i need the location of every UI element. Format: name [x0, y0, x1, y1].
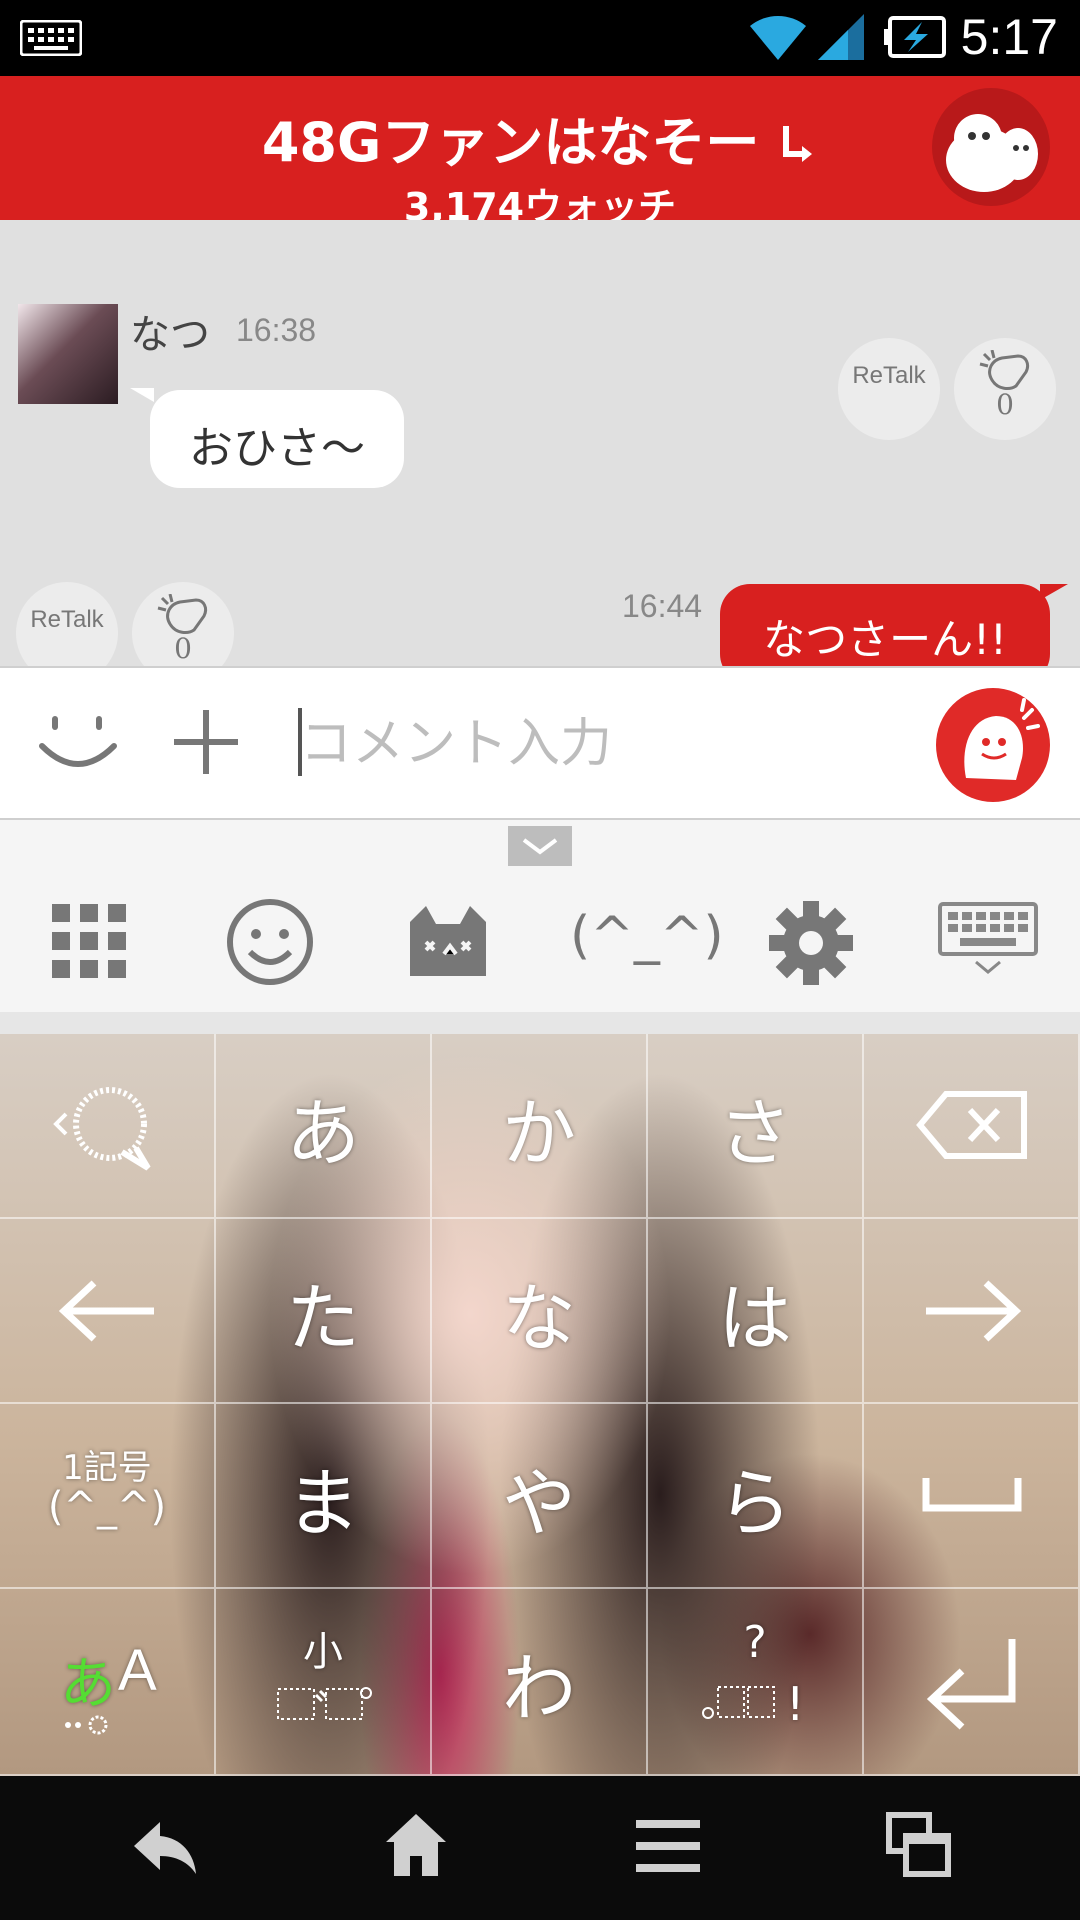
plus-icon[interactable]: [172, 708, 240, 776]
symbol-key-bottom: (^_^): [47, 1484, 167, 1530]
home-icon[interactable]: [384, 1812, 448, 1878]
backspace-key[interactable]: [864, 1034, 1080, 1219]
gear-icon[interactable]: [768, 900, 854, 986]
message-text: おひさ〜: [189, 423, 365, 474]
retalk-button[interactable]: ReTalk: [838, 338, 940, 440]
key-ra[interactable]: ら: [648, 1404, 864, 1589]
symbol-key-top: 1記号: [62, 1448, 152, 1488]
signal-icon: [818, 14, 864, 60]
ghost-mascot-icon[interactable]: [932, 88, 1050, 206]
back-icon[interactable]: [130, 1818, 200, 1878]
smiley-icon[interactable]: [36, 708, 120, 774]
grid-menu-icon[interactable]: [52, 904, 126, 978]
comment-input[interactable]: [300, 700, 900, 788]
small-key-label: 小: [303, 1629, 343, 1675]
clap-button[interactable]: 0: [132, 582, 234, 666]
send-mascot-icon: [964, 698, 1040, 780]
key-ta[interactable]: た: [216, 1219, 432, 1404]
enter-icon: [926, 1639, 1016, 1730]
cursor-left-key[interactable]: [0, 1219, 216, 1404]
punct-bang-label: !: [786, 1677, 805, 1731]
emoticon-key[interactable]: (^_^): [570, 906, 724, 966]
key-ma[interactable]: ま: [216, 1404, 432, 1589]
input-mode-key[interactable]: あ A: [0, 1589, 216, 1776]
keyboard-switch-icon[interactable]: [938, 902, 1038, 976]
keyboard-icon: [20, 20, 82, 56]
clap-icon: [157, 594, 208, 634]
return-arrow-icon: [783, 126, 813, 163]
send-button[interactable]: [936, 688, 1050, 802]
message-bubble[interactable]: おひさ〜: [150, 390, 404, 488]
dakuten-icon: [277, 1687, 372, 1720]
room-title-text: 48Gファンはなそー: [261, 111, 760, 174]
settings-small-icon: [65, 1715, 108, 1735]
bubble-tail: [130, 388, 154, 402]
mode-kana-label: あ: [60, 1652, 116, 1717]
retalk-button[interactable]: ReTalk: [16, 582, 118, 666]
cat-face-icon[interactable]: [404, 902, 492, 980]
key-wa[interactable]: わ: [432, 1589, 648, 1776]
small-kana-key[interactable]: 小: [216, 1589, 432, 1776]
battery-charging-icon: [884, 16, 946, 58]
arrow-left-icon: [58, 1280, 154, 1342]
message-text: なつさーん!!: [763, 615, 1007, 664]
space-key[interactable]: [864, 1404, 1080, 1589]
toolbar-divider: [0, 1012, 1080, 1034]
voice-input-key[interactable]: [0, 1034, 216, 1219]
enter-key[interactable]: [864, 1589, 1080, 1776]
emoji-icon[interactable]: [224, 896, 316, 988]
key-sa[interactable]: さ: [648, 1034, 864, 1219]
chat-area[interactable]: なつ 16:38 おひさ〜 ReTalk 0 ReTalk 0 16:44 なつ…: [0, 220, 1080, 666]
chevron-down-icon: [522, 838, 558, 855]
user-avatar[interactable]: [18, 304, 118, 404]
navigation-bar: [0, 1776, 1080, 1920]
key-ha[interactable]: は: [648, 1219, 864, 1404]
message-username: なつ: [130, 312, 210, 358]
punct-question-label: ?: [743, 1617, 767, 1668]
message-time: 16:38: [236, 312, 317, 348]
recent-apps-icon[interactable]: [886, 1812, 952, 1878]
room-title[interactable]: 48Gファンはなそー: [0, 98, 1080, 177]
message-bubble[interactable]: なつさーん!!: [720, 584, 1050, 666]
keyboard-toolbar: (^_^): [0, 820, 1080, 1012]
mode-alpha-label: A: [118, 1638, 157, 1703]
key-ya[interactable]: や: [432, 1404, 648, 1589]
symbol-key[interactable]: 1記号 (^_^): [0, 1404, 216, 1589]
clap-button[interactable]: 0: [954, 338, 1056, 440]
clap-count: 0: [174, 632, 192, 665]
key-a[interactable]: あ: [216, 1034, 432, 1219]
speech-bubble-icon: [53, 1087, 151, 1171]
room-header: 48Gファンはなそー 3,174ウォッチ: [0, 76, 1080, 220]
wifi-icon: [750, 15, 806, 60]
arrow-right-icon: [926, 1280, 1022, 1342]
clap-icon: [979, 350, 1030, 390]
punctuation-key[interactable]: ? !: [648, 1589, 864, 1776]
bubble-tail: [1040, 584, 1068, 600]
collapse-keyboard-button[interactable]: [508, 826, 572, 866]
space-icon: [922, 1478, 1022, 1512]
retalk-label: ReTalk: [30, 606, 104, 633]
punctuation-icon: [702, 1686, 775, 1719]
message-time: 16:44: [622, 588, 703, 624]
status-bar: 5:17: [0, 0, 1080, 76]
retalk-label: ReTalk: [852, 362, 926, 389]
status-time: 5:17: [960, 9, 1058, 65]
flick-keyboard: あ か さ た な は 1記号 (^_^) ま や ら あ A 小 わ ? !: [0, 1034, 1080, 1776]
cursor-right-key[interactable]: [864, 1219, 1080, 1404]
key-na[interactable]: な: [432, 1219, 648, 1404]
backspace-icon: [916, 1091, 1027, 1159]
key-ka[interactable]: か: [432, 1034, 648, 1219]
comment-input-bar: [0, 666, 1080, 820]
clap-count: 0: [996, 388, 1014, 421]
watcher-count: 3,174ウォッチ: [403, 185, 677, 220]
menu-icon[interactable]: [636, 1818, 700, 1874]
